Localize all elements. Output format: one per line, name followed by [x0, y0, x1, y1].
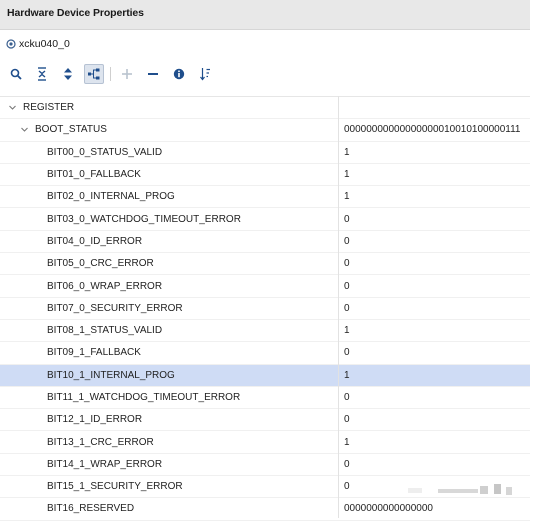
table-row[interactable]: BIT00_0_STATUS_VALID 1: [0, 142, 530, 164]
collapse-all-button[interactable]: [32, 64, 52, 84]
property-name: BIT04_0_ID_ERROR: [47, 235, 143, 247]
add-button[interactable]: [117, 64, 137, 84]
collapse-all-icon: [38, 67, 46, 81]
property-name: BIT11_1_WATCHDOG_TIMEOUT_ERROR: [47, 392, 241, 403]
property-name: BIT13_1_CRC_ERROR: [47, 436, 154, 448]
search-icon: [10, 68, 22, 80]
property-name: BIT15_1_SECURITY_ERROR: [47, 481, 183, 493]
tree-row-boot-status[interactable]: BOOT_STATUS 0000000000000000001001010000…: [0, 119, 530, 142]
property-value: 00000000000000000010010100000111: [344, 124, 521, 136]
table-row[interactable]: BIT06_0_WRAP_ERROR 0: [0, 275, 530, 298]
table-row[interactable]: BIT05_0_CRC_ERROR 0: [0, 253, 530, 276]
property-value: 0: [344, 258, 350, 270]
table-row[interactable]: BIT03_0_WATCHDOG_TIMEOUT_ERROR 0: [0, 208, 530, 231]
property-name: BIT03_0_WATCHDOG_TIMEOUT_ERROR: [47, 213, 241, 225]
property-value: 0: [344, 280, 350, 292]
table-row[interactable]: BIT07_0_SECURITY_ERROR 0: [0, 298, 530, 320]
property-name: BIT02_0_INTERNAL_PROG: [47, 191, 175, 203]
table-row[interactable]: BIT16_RESERVED 0000000000000000: [0, 498, 530, 521]
property-value: 1: [344, 169, 350, 181]
property-value: 0: [344, 458, 350, 470]
tree-node-boot-status: BOOT_STATUS: [20, 119, 107, 140]
expand-all-button[interactable]: [58, 64, 78, 84]
tree-node-label: REGISTER: [23, 102, 75, 114]
plus-icon: [122, 69, 132, 79]
property-name: BIT16_RESERVED: [47, 503, 135, 515]
toolbar: [6, 63, 221, 85]
remove-button[interactable]: [143, 64, 163, 84]
table-row[interactable]: BIT14_1_WRAP_ERROR 0: [0, 454, 530, 477]
panel-title: Hardware Device Properties: [7, 7, 144, 19]
minus-icon: [148, 73, 158, 75]
property-value: 0: [344, 481, 350, 493]
property-value: 1: [344, 369, 350, 381]
property-value: 0: [344, 414, 350, 426]
tree-node-register: REGISTER: [8, 97, 74, 118]
property-value: 0: [344, 235, 350, 247]
property-value: 1: [344, 191, 350, 203]
hierarchy-icon: [88, 68, 100, 80]
blurred-watermark: [408, 484, 512, 495]
property-name: BIT14_1_WRAP_ERROR: [47, 458, 163, 470]
table-row[interactable]: BIT13_1_CRC_ERROR 1: [0, 431, 530, 454]
sort-button[interactable]: [195, 64, 215, 84]
device-name: xcku040_0: [19, 38, 70, 50]
property-name: BIT06_0_WRAP_ERROR: [47, 280, 163, 292]
property-value: 1: [344, 146, 350, 158]
property-value: 0: [344, 347, 350, 359]
table-row[interactable]: BIT10_1_INTERNAL_PROG 1: [0, 364, 530, 387]
table-row[interactable]: BIT09_1_FALLBACK 0: [0, 342, 530, 365]
properties-table: REGISTER BOOT_STATUS 0000000000000000001…: [0, 96, 530, 521]
table-row[interactable]: BIT01_0_FALLBACK 1: [0, 164, 530, 187]
table-row[interactable]: BIT08_1_STATUS_VALID 1: [0, 320, 530, 343]
property-name: BIT05_0_CRC_ERROR: [47, 258, 154, 270]
table-row[interactable]: BIT12_1_ID_ERROR 0: [0, 409, 530, 432]
property-value: 0: [344, 302, 350, 314]
search-button[interactable]: [6, 64, 26, 84]
property-name: BIT08_1_STATUS_VALID: [47, 325, 163, 337]
device-label[interactable]: xcku040_0: [6, 37, 70, 51]
property-name: BIT00_0_STATUS_VALID: [47, 146, 163, 158]
column-divider[interactable]: [338, 96, 339, 518]
chip-icon: [6, 39, 16, 49]
chevron-down-icon[interactable]: [20, 125, 29, 134]
tree-node-label: BOOT_STATUS: [35, 124, 107, 136]
sort-icon: [200, 68, 210, 81]
property-value: 1: [344, 325, 350, 337]
table-row[interactable]: BIT11_1_WATCHDOG_TIMEOUT_ERROR 0: [0, 387, 530, 410]
property-value: 1: [344, 436, 350, 448]
info-icon: [173, 68, 185, 80]
toolbar-separator: [110, 67, 111, 81]
property-name: BIT01_0_FALLBACK: [47, 169, 141, 181]
expand-all-icon: [64, 68, 72, 80]
property-name: BIT12_1_ID_ERROR: [47, 414, 143, 426]
property-value: 0: [344, 392, 350, 403]
panel-header: Hardware Device Properties: [0, 0, 530, 30]
property-value: 0000000000000000: [344, 503, 433, 515]
property-name: BIT09_1_FALLBACK: [47, 347, 141, 359]
table-row[interactable]: BIT04_0_ID_ERROR 0: [0, 231, 530, 254]
table-row[interactable]: BIT02_0_INTERNAL_PROG 1: [0, 186, 530, 209]
property-name: BIT10_1_INTERNAL_PROG: [47, 369, 175, 381]
chevron-down-icon[interactable]: [8, 103, 17, 112]
info-button[interactable]: [169, 64, 189, 84]
group-button[interactable]: [84, 64, 104, 84]
tree-row-register[interactable]: REGISTER: [0, 97, 530, 120]
property-value: 0: [344, 213, 350, 225]
property-name: BIT07_0_SECURITY_ERROR: [47, 302, 183, 314]
